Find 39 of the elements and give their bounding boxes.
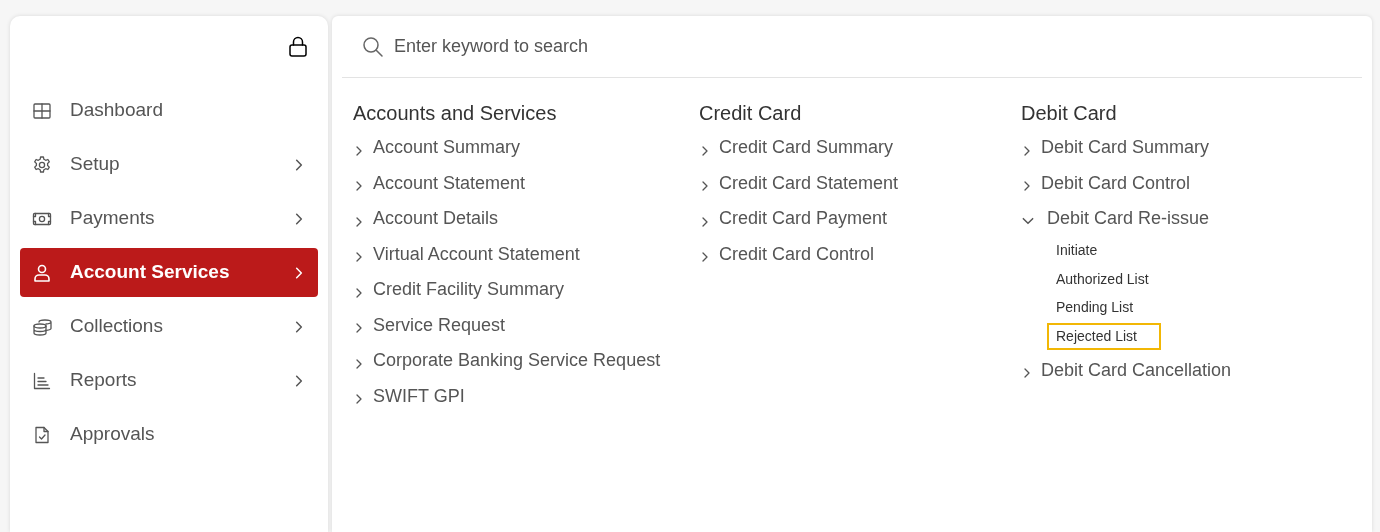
menu-link[interactable]: Credit Facility Summary [353, 272, 699, 308]
menu-link[interactable]: Debit Card Cancellation [1021, 352, 1362, 388]
document-check-icon [32, 424, 52, 445]
submenu-link[interactable]: Authorized List [1056, 268, 1149, 290]
menu-link[interactable]: Credit Card Control [699, 236, 1021, 272]
menu-link[interactable]: Account Details [353, 201, 699, 237]
menu-link[interactable]: Account Summary [353, 130, 699, 166]
column-heading: Accounts and Services [353, 101, 558, 126]
column-heading: Credit Card [699, 101, 803, 126]
menu-link[interactable]: Debit Card Re-issue [1021, 201, 1362, 237]
sidebar-item[interactable]: Collections [20, 302, 318, 351]
submenu-link[interactable]: Rejected List [1047, 322, 1161, 350]
user-icon [32, 262, 52, 283]
menu-link[interactable]: Credit Card Statement [699, 165, 1021, 201]
sidebar-item[interactable]: Setup [20, 140, 318, 189]
list-chart-icon [32, 370, 52, 391]
sidebar-item[interactable]: Approvals [20, 410, 318, 459]
search-field[interactable]: Enter keyword to search [394, 33, 1362, 60]
sidebar-item[interactable]: Payments [20, 194, 318, 243]
menu-link[interactable]: Credit Card Payment [699, 201, 1021, 237]
menu-link[interactable]: Virtual Account Statement [353, 236, 699, 272]
menu-link[interactable]: Corporate Banking Service Request [353, 343, 699, 379]
menu-link[interactable]: Credit Card Summary [699, 130, 1021, 166]
menu-link[interactable]: Service Request [353, 307, 699, 343]
menu-link[interactable]: SWIFT GPI [353, 378, 699, 414]
grid-icon [32, 100, 52, 121]
coins-icon [32, 316, 52, 337]
menu-link[interactable]: Account Statement [353, 165, 699, 201]
menu-link[interactable]: Debit Card Control [1021, 165, 1362, 201]
sidebar-item[interactable]: Reports [20, 356, 318, 405]
sidebar-item[interactable]: Dashboard [20, 86, 318, 135]
search-icon [362, 35, 384, 58]
submenu-link[interactable]: Initiate [1056, 240, 1098, 262]
lock-icon[interactable] [288, 36, 308, 58]
sidebar-item[interactable]: Account Services [20, 248, 318, 297]
column-heading: Debit Card [1021, 101, 1118, 126]
settings-icon [32, 154, 52, 175]
submenu-link[interactable]: Pending List [1056, 297, 1134, 319]
menu-link[interactable]: Debit Card Summary [1021, 130, 1362, 166]
